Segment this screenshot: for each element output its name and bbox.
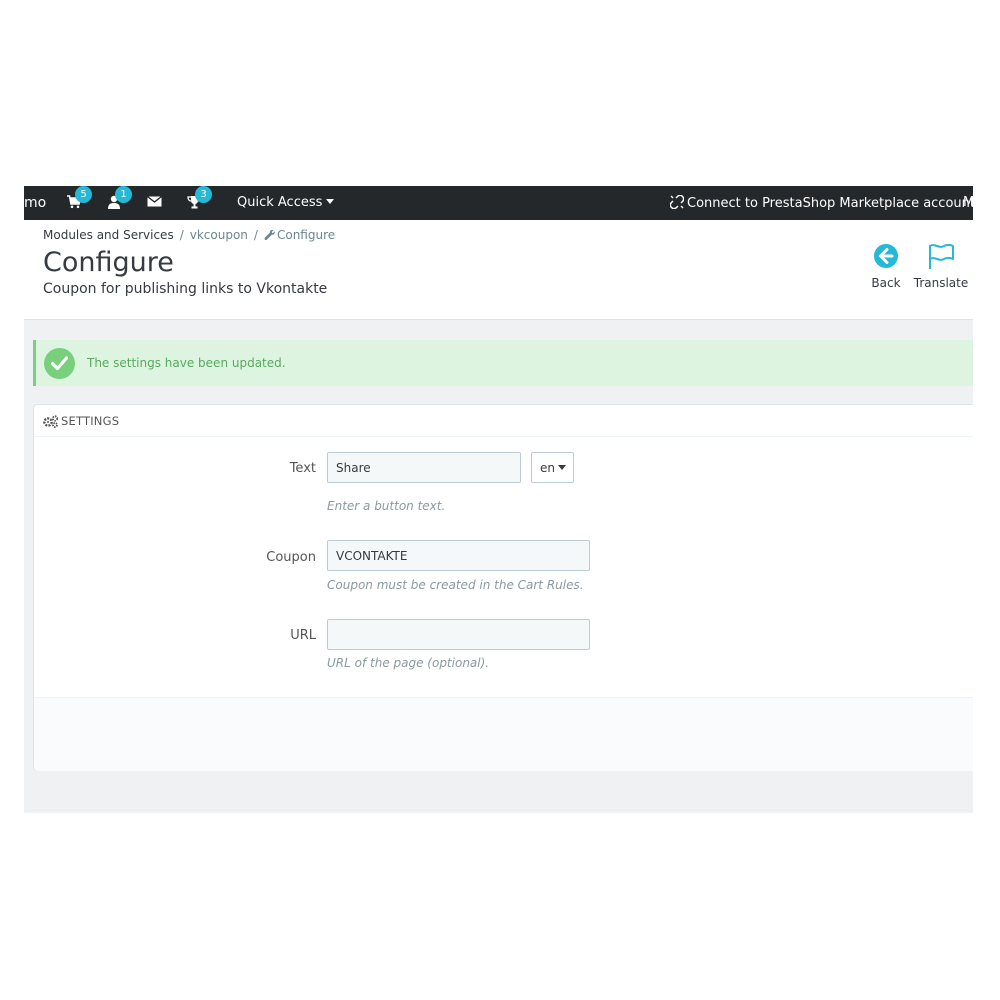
alert-message: The settings have been updated. [87, 356, 286, 370]
breadcrumb-separator: / [253, 228, 258, 242]
flag-icon [929, 243, 954, 269]
breadcrumb-modules[interactable]: Modules and Services [43, 228, 174, 242]
language-label: en [540, 461, 555, 475]
shop-name[interactable]: mo [24, 195, 46, 211]
customers-notification[interactable]: 1 [107, 186, 132, 211]
text-help: Enter a button text. [327, 499, 446, 513]
button-text-input[interactable] [327, 452, 521, 483]
panel-heading: SETTINGS [34, 405, 973, 437]
page-title: Configure [43, 247, 174, 278]
coupon-input[interactable] [327, 540, 590, 571]
coupon-help: Coupon must be created in the Cart Rules… [327, 578, 584, 592]
coupon-field-label: Coupon [266, 550, 316, 565]
employee-menu[interactable]: M [963, 195, 973, 210]
page-subtitle: Coupon for publishing links to Vkontakte [43, 281, 328, 297]
breadcrumb-configure-label: Configure [276, 228, 336, 242]
check-circle-icon [44, 348, 75, 379]
wrench-icon [264, 229, 275, 240]
orders-badge: 5 [75, 186, 92, 203]
trophy-notification[interactable]: 3 [187, 186, 212, 211]
url-input[interactable] [327, 619, 590, 650]
arrow-circle-left-icon [874, 244, 898, 268]
trophy-badge: 3 [195, 186, 212, 203]
breadcrumb: Modules and Services / vkcoupon / Configure [43, 228, 335, 242]
language-dropdown[interactable]: en [531, 452, 574, 483]
unlink-icon [670, 195, 684, 209]
envelope-icon [147, 195, 162, 207]
success-alert: The settings have been updated. [33, 340, 973, 386]
breadcrumb-configure: Configure [264, 228, 335, 242]
translate-button[interactable]: Translate [909, 242, 973, 290]
top-navbar: mo 5 1 3 Quick Access Connect to PrestaS… [24, 186, 973, 220]
back-label: Back [871, 276, 901, 290]
breadcrumb-vkcoupon[interactable]: vkcoupon [190, 228, 248, 242]
admin-window: mo 5 1 3 Quick Access Connect to PrestaS… [24, 186, 973, 813]
quick-access-label: Quick Access [237, 195, 323, 210]
cogs-icon [43, 415, 59, 428]
caret-down-icon [558, 465, 566, 470]
url-field-label: URL [290, 628, 316, 643]
orders-notification[interactable]: 5 [67, 186, 92, 211]
panel-footer [34, 697, 973, 771]
translate-label: Translate [913, 276, 969, 290]
marketplace-label: Connect to PrestaShop Marketplace accoun… [687, 196, 973, 211]
messages-notification[interactable] [147, 195, 165, 211]
caret-down-icon [326, 199, 335, 204]
text-field-label: Text [289, 461, 316, 476]
customers-badge: 1 [115, 186, 132, 203]
quick-access-dropdown[interactable]: Quick Access [237, 195, 335, 210]
settings-panel: SETTINGS Text en Enter a button text. Co… [33, 404, 973, 771]
page-header: Modules and Services / vkcoupon / Configure … [24, 220, 973, 320]
breadcrumb-separator: / [179, 228, 184, 242]
url-help: URL of the page (optional). [327, 656, 490, 670]
panel-title: SETTINGS [61, 414, 120, 428]
marketplace-connect-link[interactable]: Connect to PrestaShop Marketplace accoun… [670, 195, 973, 211]
